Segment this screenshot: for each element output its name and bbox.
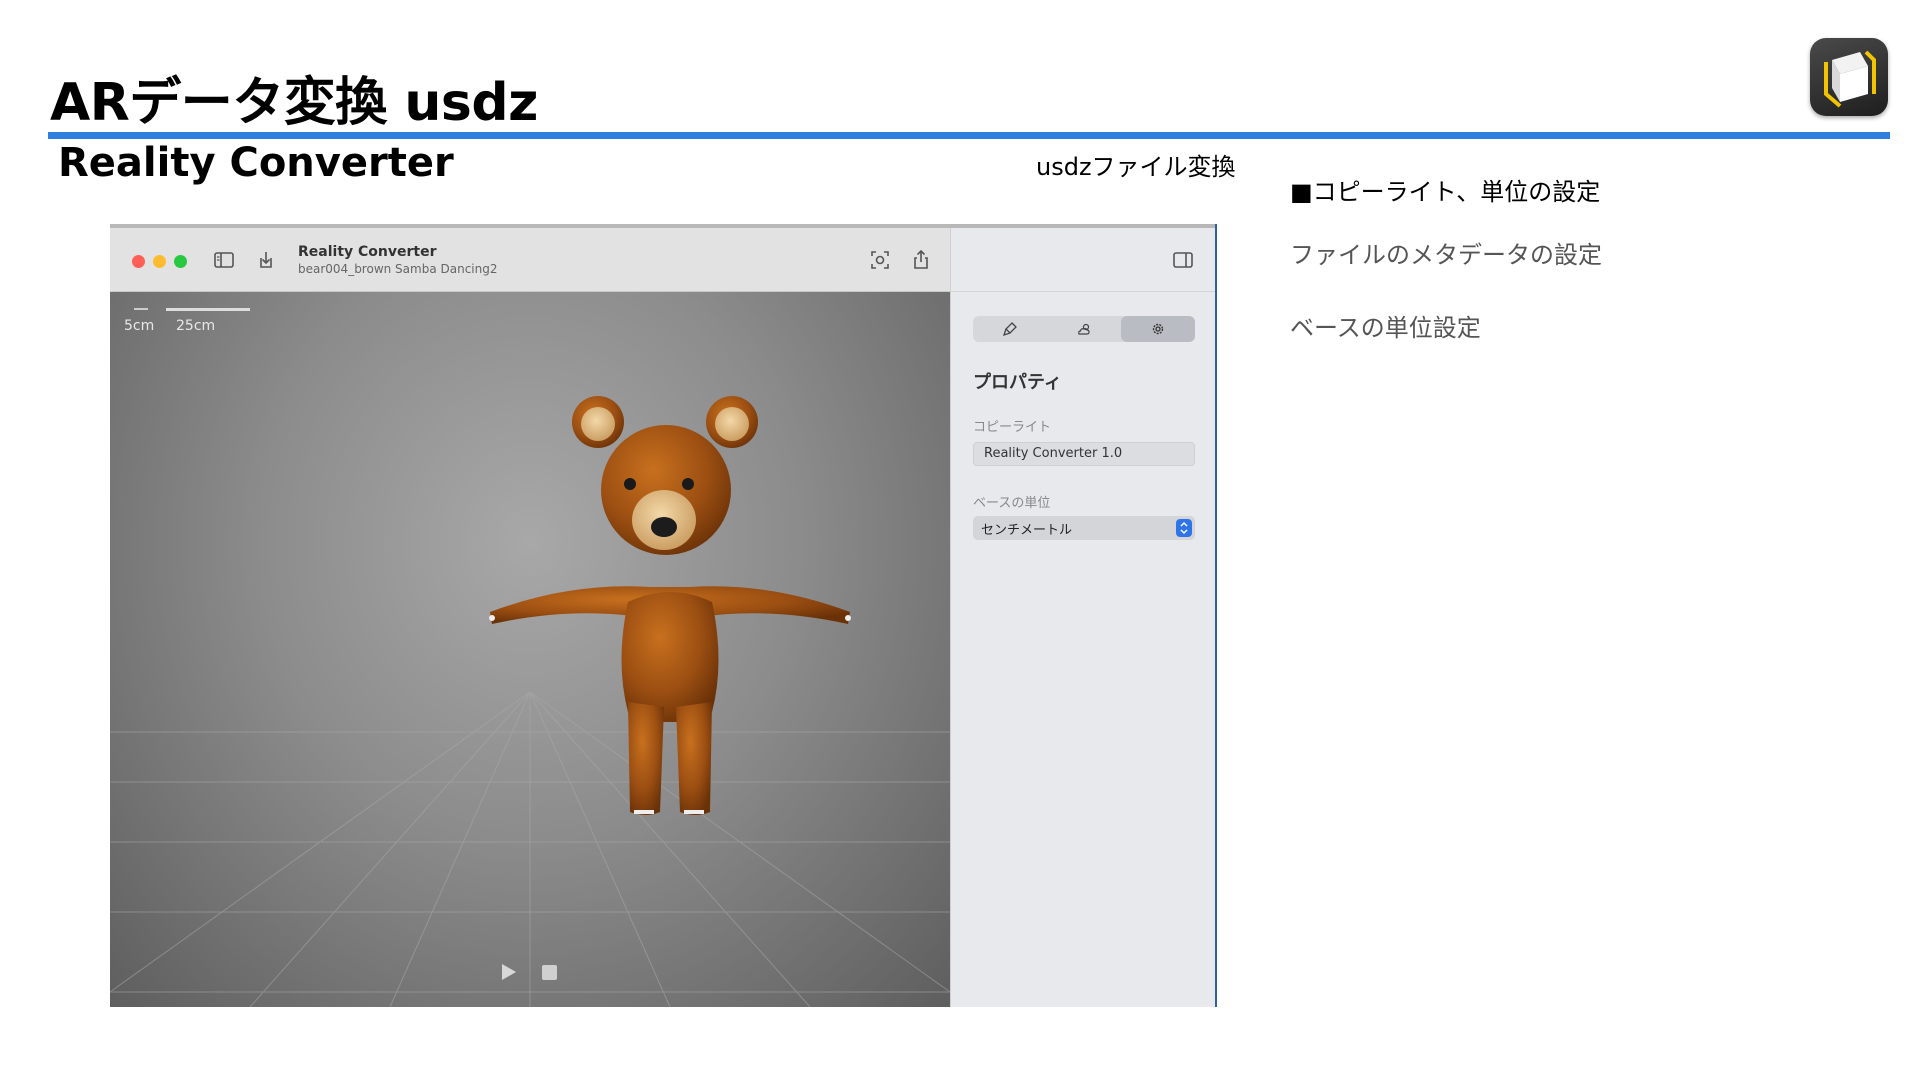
scale-bar-large (166, 308, 250, 311)
bear-model (489, 396, 851, 815)
stop-button[interactable] (542, 965, 557, 980)
slide-title: ARデータ変換 usdz (50, 73, 538, 133)
inspector-toggle-icon[interactable] (1171, 248, 1195, 272)
3d-viewport[interactable]: 5cm 25cm (110, 292, 950, 1007)
window-title: Reality Converter (298, 244, 437, 260)
notes-heading: ■コピーライト、単位の設定 (1290, 178, 1601, 206)
tab-environment[interactable] (1047, 316, 1121, 342)
chevron-updown-icon (1176, 519, 1192, 537)
copyright-field[interactable]: Reality Converter 1.0 (973, 442, 1195, 466)
scale-label: 5cm (124, 318, 155, 334)
inspector-toolbar (951, 228, 1215, 292)
window-titlebar: Reality Converter bear004_brown Samba Da… (110, 228, 950, 292)
cube-icon (1824, 50, 1876, 108)
screenshot-caption: usdzファイル変換 (1036, 153, 1236, 181)
inspector-panel: プロパティ コピーライト Reality Converter 1.0 ベースの単… (950, 228, 1215, 1007)
weather-icon (1078, 323, 1090, 335)
base-unit-select[interactable]: センチメートル (973, 516, 1195, 540)
tab-materials[interactable] (973, 316, 1047, 342)
reality-converter-app-icon (1810, 38, 1888, 116)
play-icon[interactable] (500, 962, 518, 982)
import-icon[interactable] (254, 248, 278, 272)
sidebar-toggle-icon[interactable] (212, 248, 236, 272)
zoom-button[interactable] (174, 255, 187, 268)
inspector-tab-control (973, 316, 1195, 342)
frame-object-icon[interactable] (868, 248, 892, 272)
app-window: Reality Converter bear004_brown Samba Da… (110, 224, 1217, 1007)
note-item: ベースの単位設定 (1290, 314, 1481, 342)
scale-bar-small (134, 308, 148, 310)
title-divider (48, 132, 1890, 139)
section-subtitle: Reality Converter (58, 140, 454, 186)
share-icon[interactable] (909, 248, 933, 272)
tab-properties[interactable] (1121, 316, 1195, 342)
paintbrush-icon (1002, 322, 1017, 337)
gear-icon (1152, 323, 1164, 335)
properties-heading: プロパティ (973, 372, 1062, 393)
base-unit-value: センチメートル (981, 523, 1073, 538)
scale-label: 25cm (176, 318, 216, 334)
window-subtitle: bear004_brown Samba Dancing2 (298, 262, 498, 276)
base-unit-label: ベースの単位 (973, 496, 1051, 511)
close-button[interactable] (132, 255, 145, 268)
minimize-button[interactable] (153, 255, 166, 268)
note-item: ファイルのメタデータの設定 (1290, 241, 1602, 269)
copyright-label: コピーライト (973, 420, 1052, 435)
